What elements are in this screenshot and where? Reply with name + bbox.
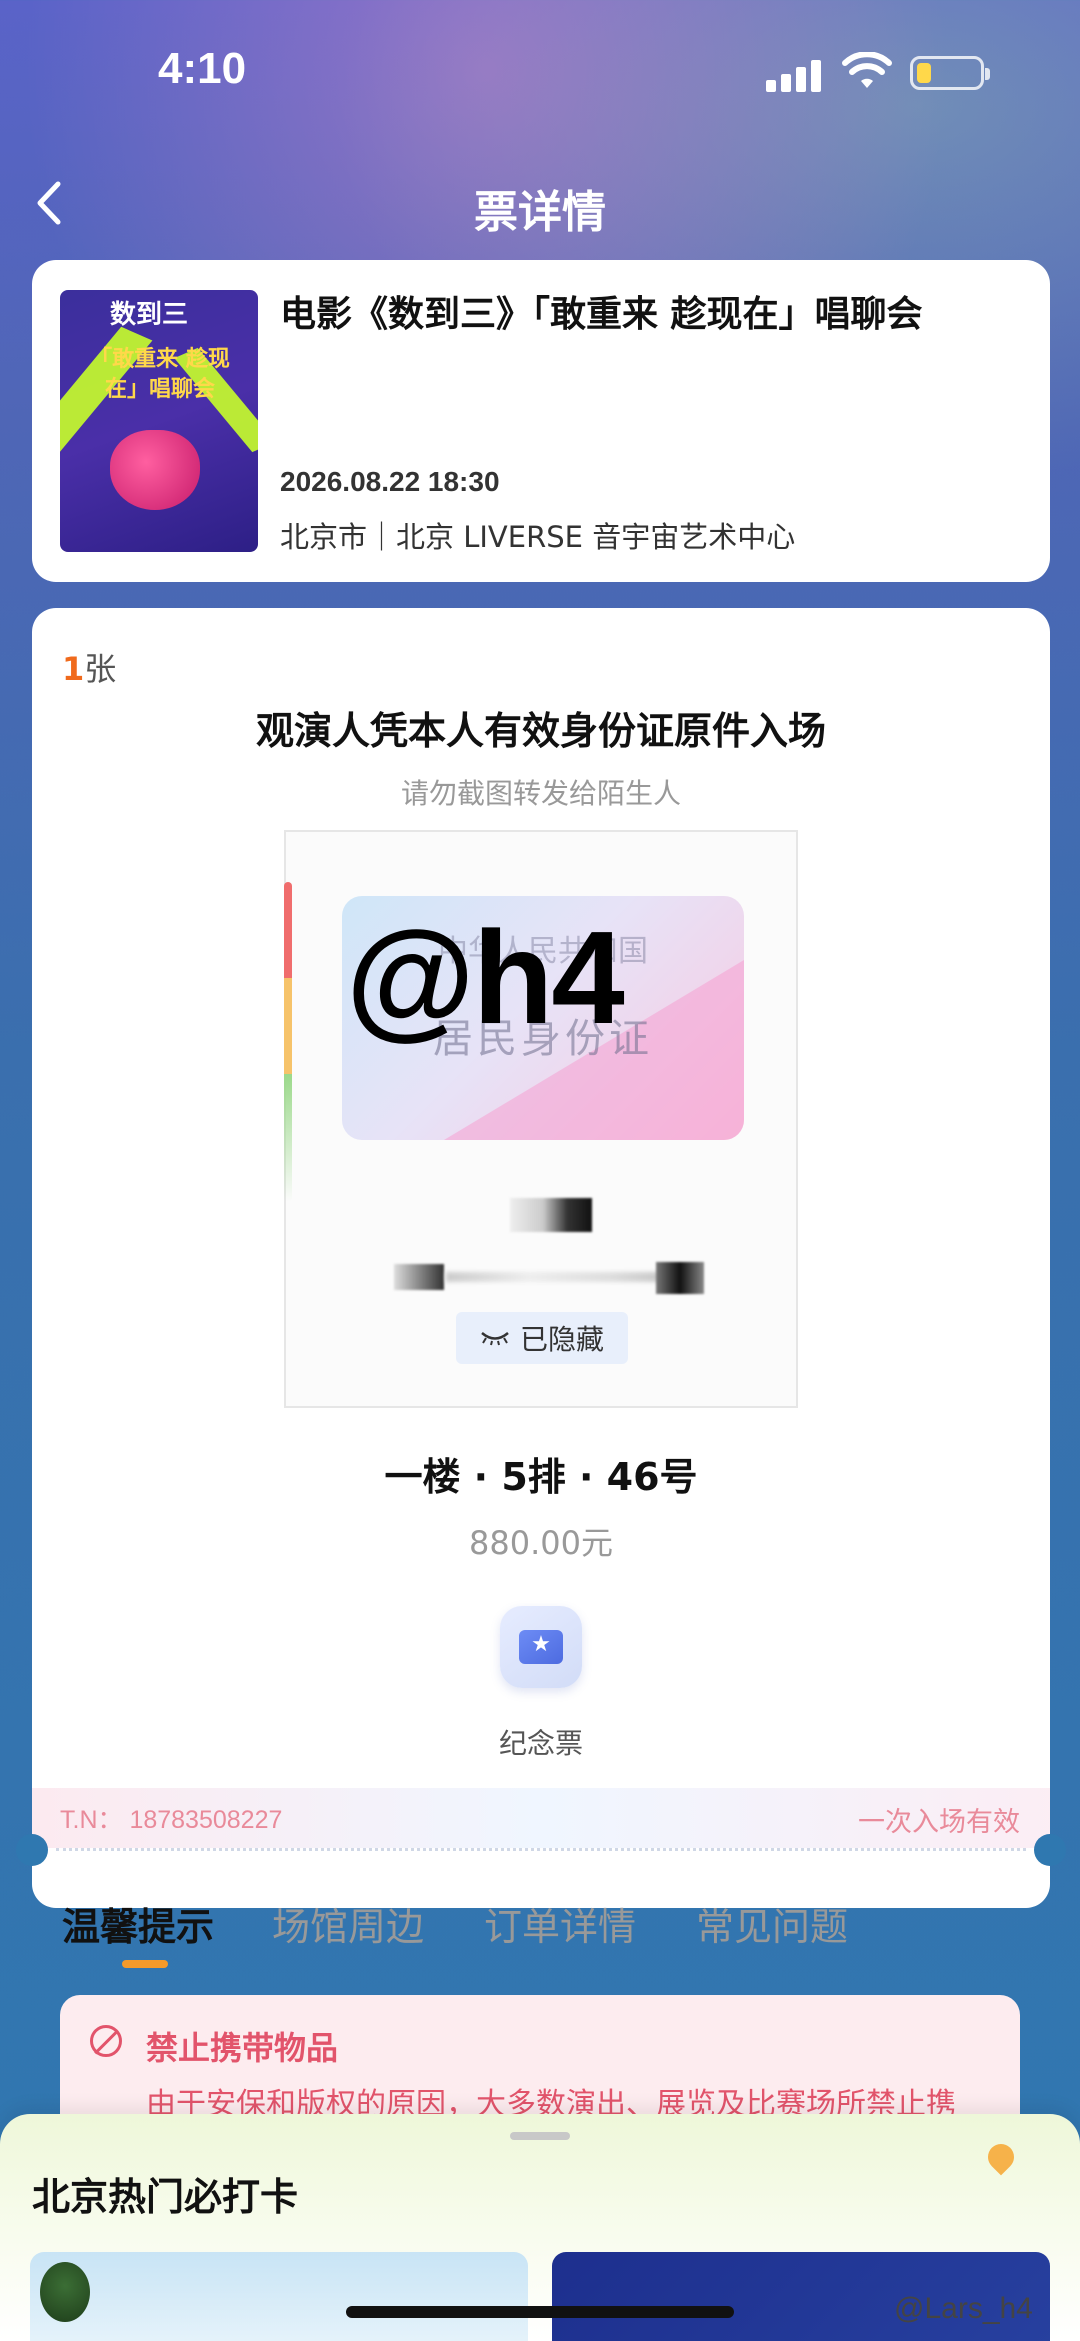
event-poster: 数到三 「敢重来 趁现在」唱聊会 [60,290,258,552]
weibo-watermark: @Lars_h4 [894,2292,1033,2325]
notice-title: 禁止携带物品 [146,2029,339,2067]
battery-icon [910,56,990,90]
eye-closed-icon [481,1332,509,1346]
poster-logo: 数到三 [110,300,189,330]
ticket-count: 1张 [62,650,117,688]
souvenir-ticket-icon[interactable]: ★ [500,1606,582,1688]
event-venue: 北京市｜北京 LIVERSE 音宇宙艺术中心 [280,520,796,554]
event-card[interactable]: 数到三 「敢重来 趁现在」唱聊会 电影《数到三》「敢重来 趁现在」唱聊会 202… [32,260,1050,582]
tab-faq[interactable]: 常见问题 [696,1896,848,1951]
ticket-notch-left [16,1834,48,1866]
entry-once-label: 一次入场有效 [858,1807,1020,1838]
id-verification-box: 中华人民共和国 居民身份证 @h4 已隐藏 [284,830,798,1408]
tab-venue-nearby[interactable]: 场馆周边 [272,1896,424,1951]
ticket-notch-right [1034,1834,1066,1866]
watermark: @h4 [346,904,625,1051]
event-datetime: 2026.08.22 18:30 [280,466,500,497]
prohibited-icon [90,2025,122,2057]
ticket-price: 880.00元 [469,1524,613,1562]
tree-icon [40,2262,90,2322]
color-strip [284,882,292,1202]
page-title: 票详情 [474,187,606,238]
event-title: 电影《数到三》「敢重来 趁现在」唱聊会 [280,294,923,335]
status-time: 4:10 [158,44,247,93]
blurred-id-number [394,1264,444,1290]
cellular-signal-icon [766,58,822,92]
active-tab-indicator [122,1960,168,1968]
ticket-number: T.N： 18783508227 [60,1806,283,1834]
wifi-icon [842,52,892,88]
hidden-label: 已隐藏 [519,1323,604,1356]
blurred-name [510,1198,592,1232]
souvenir-ticket-label[interactable]: 纪念票 [32,1722,1050,1762]
tab-tips[interactable]: 温馨提示 [62,1896,214,1951]
sheet-drag-handle[interactable] [510,2132,570,2140]
blurred-id-number-end [656,1262,704,1294]
poster-title: 「敢重来 趁现在」唱聊会 [90,347,230,402]
sheet-title: 北京热门必打卡 [32,2175,299,2219]
screenshot-warning: 请勿截图转发给陌生人 [400,777,681,810]
map-pin-icon [982,2138,1020,2176]
status-bar: 4:10 [0,0,1080,150]
perforation-line [56,1848,1026,1851]
seat-info: 一楼 · 5排 · 46号 [384,1455,698,1499]
home-indicator[interactable] [346,2306,734,2318]
show-hidden-info-button[interactable]: 已隐藏 [456,1312,628,1364]
ticket-card: 1张 观演人凭本人有效身份证原件入场 请勿截图转发给陌生人 中华人民共和国 居民… [16,608,1066,1968]
entry-rule: 观演人凭本人有效身份证原件入场 [255,709,826,753]
tab-order-details[interactable]: 订单详情 [484,1896,636,1951]
attraction-card-thumbnail[interactable] [30,2252,528,2341]
